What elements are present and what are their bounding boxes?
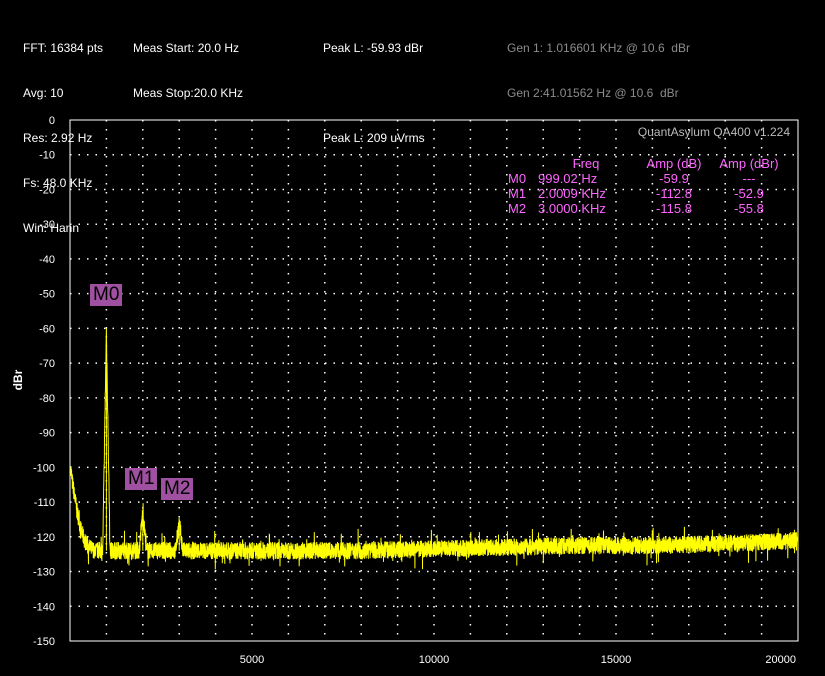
marker-table: Freq Amp (dB) Amp (dBr) M0 999.02 Hz -59… [508,156,784,216]
marker-name: M0 [508,171,527,186]
y-tick-label: -90 [39,428,55,440]
y-tick-label: -120 [33,532,55,544]
x-tick-label: 10000 [419,654,450,666]
marker-name: M2 [508,201,527,216]
y-tick-label: 0 [49,115,55,127]
marker-row-m0: M0 999.02 Hz -59.9 --- [508,171,784,186]
marker-row-m1: M1 2.0009 KHz -112.8 -52.9 [508,186,784,201]
marker-table-header: Freq Amp (dB) Amp (dBr) [508,156,784,171]
marker-freq: 2.0009 KHz [538,186,606,201]
spectrum-chart: 0 -10 -20 -30 -40 -50 -60 -70 -80 -90 -100 -110 -120… [11,115,799,666]
y-tick-label: -40 [39,254,55,266]
y-tick-label: -60 [39,323,55,335]
x-tick-label: 15000 [601,654,632,666]
marker-amp-db: -115.8 [656,201,692,216]
y-tick-label: -30 [39,219,55,231]
marker-amp-dbr: -52.9 [734,186,764,201]
y-tick-label: -130 [33,567,55,579]
y-tick-label: -10 [39,150,55,162]
marker-label-m0[interactable]: M0 [90,284,123,306]
marker-freq: 3.0000 KHz [538,201,606,216]
marker-row-m2: M2 3.0000 KHz -115.8 -55.8 [508,201,784,216]
marker-name: M1 [508,186,527,201]
y-tick-label: -110 [34,497,55,509]
y-tick-labels: 0 -10 -20 -30 -40 -50 -60 -70 -80 -90 -100 -110 -120… [33,115,55,648]
header-amp-dbr: Amp (dBr) [719,156,779,171]
header-blank [508,156,538,171]
y-tick-label: -80 [39,393,55,405]
x-tick-labels: 5000 10000 15000 20000 [240,654,796,666]
x-tick-label: 5000 [240,654,264,666]
header-amp-db: Amp (dB) [646,156,702,171]
y-tick-label: -140 [33,601,55,613]
marker-freq: 999.02 Hz [538,171,598,186]
y-tick-label: -100 [33,462,55,474]
y-tick-label: -20 [39,184,55,196]
y-tick-label: -70 [39,358,55,370]
marker-label-m2[interactable]: M2 [161,478,194,500]
marker-amp-dbr: -55.8 [734,201,764,216]
watermark-text: QuantAsylum QA400 v1.224 [638,125,790,139]
header-freq: Freq [572,156,600,171]
y-axis-label: dBr [11,369,25,390]
marker-label-m1[interactable]: M1 [125,468,158,490]
marker-amp-dbr: --- [742,171,756,186]
marker-amp-db: -59.9 [659,171,689,186]
y-tick-label: -50 [39,289,55,301]
marker-amp-db: -112.8 [656,186,692,201]
x-tick-label: 20000 [765,654,796,666]
y-tick-label: -150 [33,636,55,648]
